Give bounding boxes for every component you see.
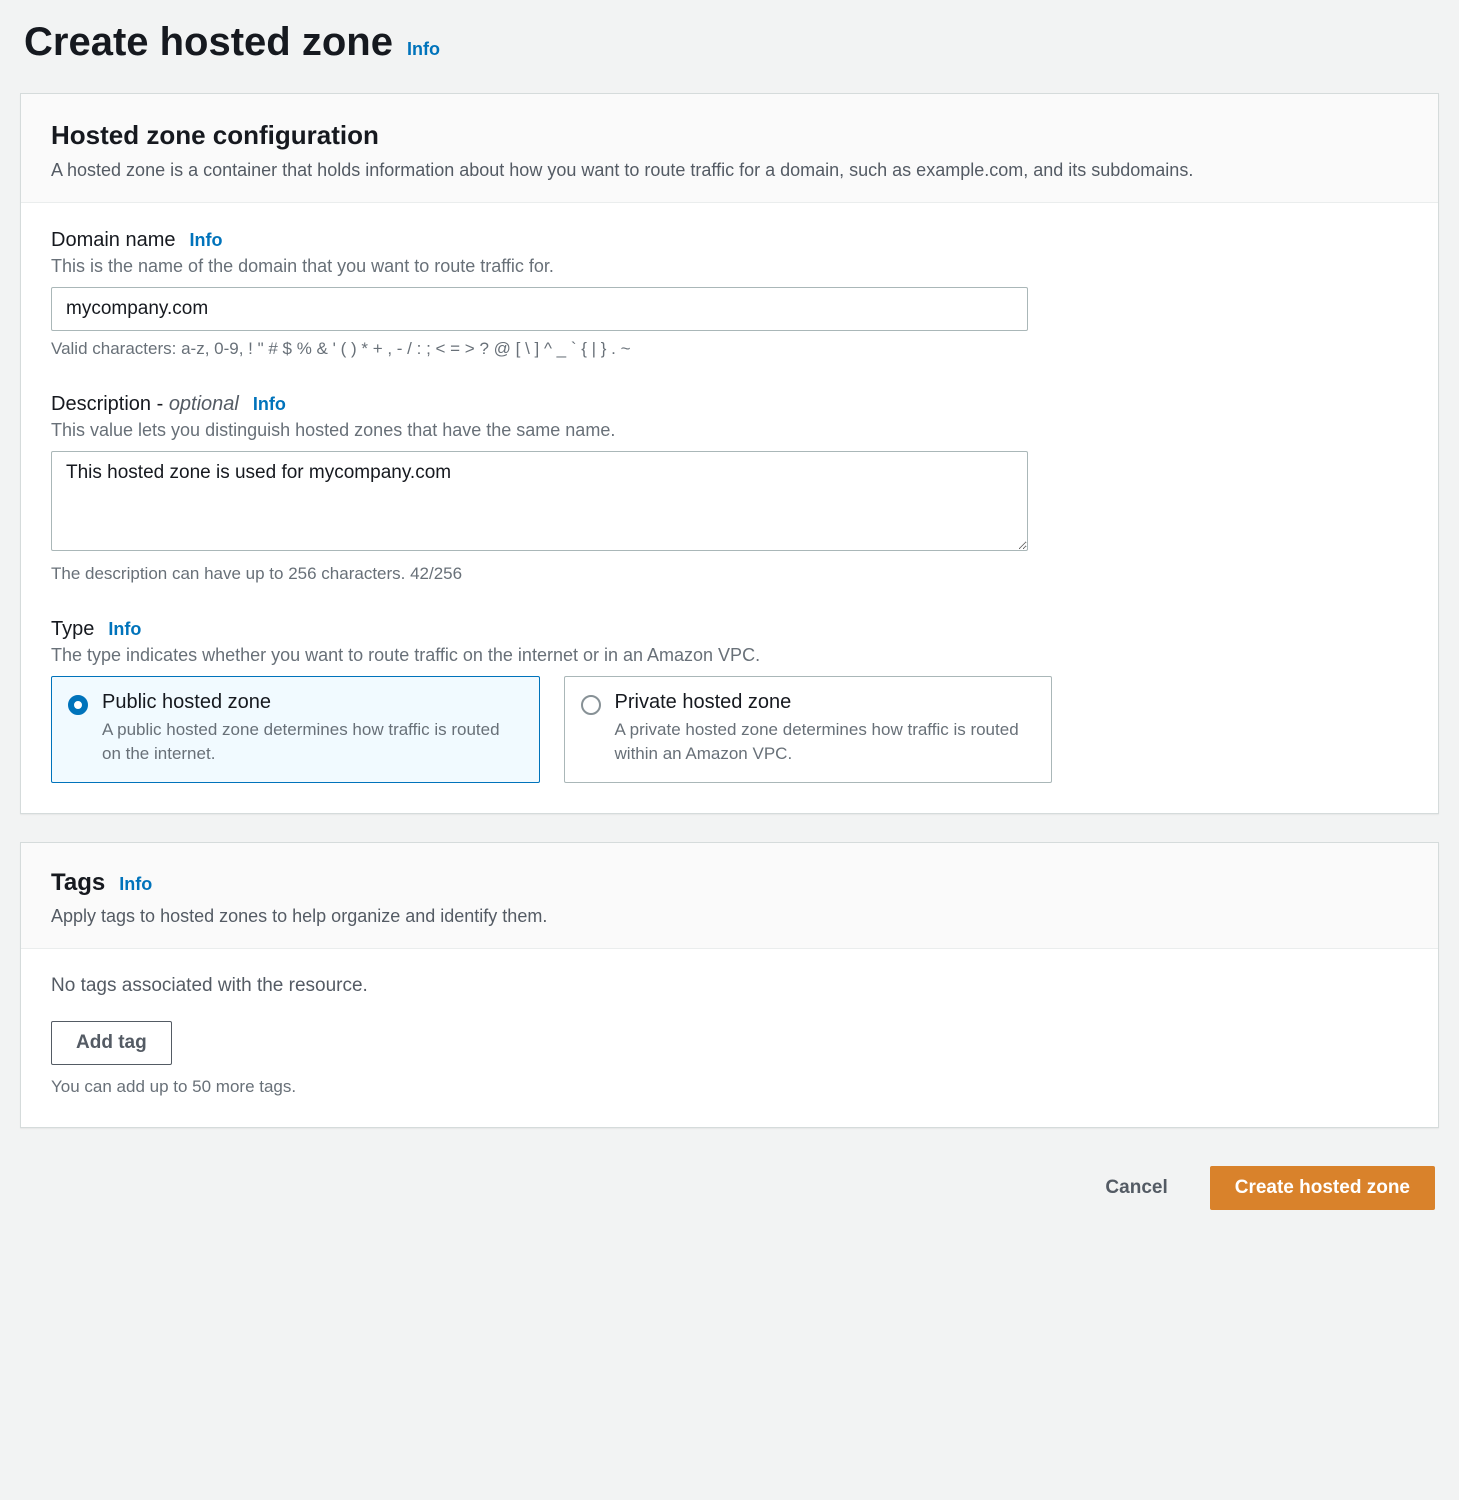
description-optional: optional <box>169 393 239 415</box>
radio-icon <box>581 695 601 715</box>
tags-limit-hint: You can add up to 50 more tags. <box>51 1077 1408 1097</box>
tags-info-link[interactable]: Info <box>119 874 152 895</box>
page-info-link[interactable]: Info <box>407 39 440 60</box>
type-option-public[interactable]: Public hosted zone A public hosted zone … <box>51 676 540 783</box>
domain-name-input[interactable] <box>51 287 1028 331</box>
config-panel-body: Domain name Info This is the name of the… <box>21 203 1438 813</box>
radio-icon <box>68 695 88 715</box>
type-option-private[interactable]: Private hosted zone A private hosted zon… <box>564 676 1053 783</box>
create-hosted-zone-button[interactable]: Create hosted zone <box>1210 1166 1435 1210</box>
description-info-link[interactable]: Info <box>253 394 286 415</box>
domain-name-desc: This is the name of the domain that you … <box>51 256 1408 277</box>
add-tag-button[interactable]: Add tag <box>51 1021 172 1065</box>
domain-name-info-link[interactable]: Info <box>190 230 223 251</box>
domain-name-label: Domain name <box>51 229 176 252</box>
description-label: Description - optional <box>51 393 239 416</box>
page-header: Create hosted zone Info <box>20 20 1439 65</box>
type-option-public-desc: A public hosted zone determines how traf… <box>102 718 523 766</box>
domain-name-hint: Valid characters: a-z, 0-9, ! " # $ % & … <box>51 339 1408 359</box>
tags-panel-header: Tags Info Apply tags to hosted zones to … <box>21 843 1438 949</box>
cancel-button[interactable]: Cancel <box>1081 1167 1191 1209</box>
tags-panel-title: Tags <box>51 869 105 897</box>
description-group: Description - optional Info This value l… <box>51 393 1408 584</box>
config-panel-title: Hosted zone configuration <box>51 120 1408 151</box>
type-option-private-title: Private hosted zone <box>615 691 1036 714</box>
type-option-public-title: Public hosted zone <box>102 691 523 714</box>
footer-actions: Cancel Create hosted zone <box>20 1156 1439 1220</box>
type-label: Type <box>51 618 94 641</box>
tags-panel-body: No tags associated with the resource. Ad… <box>21 949 1438 1127</box>
type-desc: The type indicates whether you want to r… <box>51 645 1408 666</box>
description-input[interactable] <box>51 451 1028 551</box>
type-info-link[interactable]: Info <box>108 619 141 640</box>
domain-name-group: Domain name Info This is the name of the… <box>51 229 1408 359</box>
config-panel: Hosted zone configuration A hosted zone … <box>20 93 1439 814</box>
tags-panel-subtitle: Apply tags to hosted zones to help organ… <box>51 903 1408 930</box>
description-label-text: Description - <box>51 393 169 415</box>
description-hint: The description can have up to 256 chara… <box>51 564 1408 584</box>
description-desc: This value lets you distinguish hosted z… <box>51 420 1408 441</box>
tags-empty-text: No tags associated with the resource. <box>51 975 1408 1021</box>
type-option-private-desc: A private hosted zone determines how tra… <box>615 718 1036 766</box>
type-options: Public hosted zone A public hosted zone … <box>51 676 1408 783</box>
page-title: Create hosted zone <box>24 20 393 65</box>
config-panel-subtitle: A hosted zone is a container that holds … <box>51 157 1408 184</box>
type-group: Type Info The type indicates whether you… <box>51 618 1408 783</box>
config-panel-header: Hosted zone configuration A hosted zone … <box>21 94 1438 203</box>
tags-panel: Tags Info Apply tags to hosted zones to … <box>20 842 1439 1128</box>
